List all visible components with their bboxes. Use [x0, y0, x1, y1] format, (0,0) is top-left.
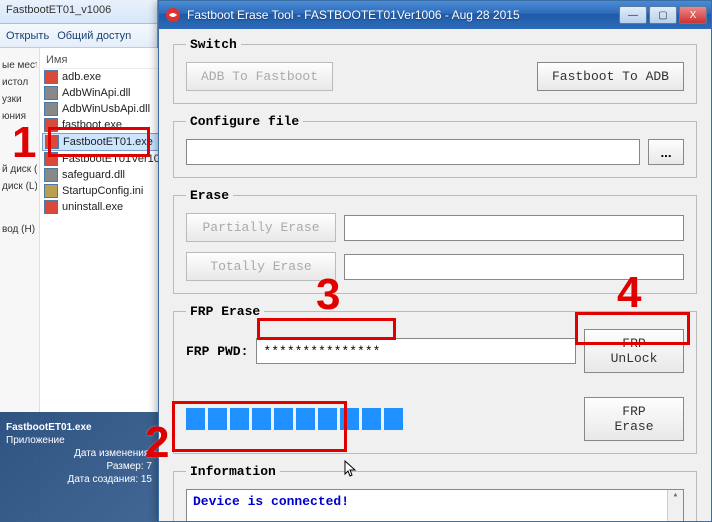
erase-legend: Erase [186, 188, 233, 203]
frp-unlock-button[interactable]: FRP UnLock [584, 329, 684, 373]
frp-pwd-input[interactable] [256, 338, 576, 364]
detail-type: Приложение [6, 435, 152, 446]
explorer-window: FastbootET01_v1006 Открыть Общий достуn … [0, 0, 158, 522]
exe-icon [44, 200, 58, 214]
frp-erase-group: FRP Erase FRP PWD: FRP UnLock FRP Erase [173, 304, 697, 454]
dll-icon [44, 86, 58, 100]
file-row[interactable]: fastboot.exe [42, 117, 174, 133]
scrollbar[interactable]: ▴▾ [667, 490, 683, 521]
nav-item[interactable]: й диск (C) [2, 164, 37, 175]
detail-modified: Дата изменения: [6, 448, 152, 459]
totally-erase-button[interactable]: Totally Erase [186, 252, 336, 281]
switch-legend: Switch [186, 37, 241, 52]
file-row[interactable]: uninstall.exe [42, 199, 174, 215]
dll-icon [44, 168, 58, 182]
erase-group: Erase Partially Erase Totally Erase [173, 188, 697, 294]
exe-icon [44, 118, 58, 132]
maximize-button[interactable]: ▢ [649, 6, 677, 24]
app-icon [165, 7, 181, 23]
tool-titlebar[interactable]: Fastboot Erase Tool - FASTBOOTET01Ver100… [159, 1, 711, 29]
minimize-button[interactable]: — [619, 6, 647, 24]
file-row[interactable]: AdbWinUsbApi.dll [42, 101, 174, 117]
info-text: Device is connected! [193, 494, 349, 509]
file-row[interactable]: FastbootET01Ver1006 [42, 151, 174, 167]
switch-group: Switch ADB To Fastboot Fastboot To ADB [173, 37, 697, 104]
window-title: Fastboot Erase Tool - FASTBOOTET01Ver100… [187, 8, 619, 22]
frp-legend: FRP Erase [186, 304, 264, 319]
frp-pwd-label: FRP PWD: [186, 344, 248, 359]
configure-file-input[interactable] [186, 139, 640, 165]
configure-legend: Configure file [186, 114, 303, 129]
nav-item[interactable]: вод (H) [2, 224, 37, 235]
toolbar-open[interactable]: Открыть [6, 30, 49, 42]
info-textarea[interactable]: Device is connected! ▴▾ [186, 489, 684, 521]
explorer-toolbar: Открыть Общий достуn [0, 24, 157, 48]
files-header: Имя [42, 52, 174, 69]
nav-item[interactable]: диск (L) [2, 181, 37, 192]
ini-icon [44, 184, 58, 198]
exe-icon [45, 135, 59, 149]
totally-erase-input[interactable] [344, 254, 684, 280]
detail-size: Размер: 7 [6, 461, 152, 472]
info-legend: Information [186, 464, 280, 479]
file-row[interactable]: adb.exe [42, 69, 174, 85]
dll-icon [44, 102, 58, 116]
configure-group: Configure file ... [173, 114, 697, 178]
fastboot-tool-window: Fastboot Erase Tool - FASTBOOTET01Ver100… [158, 0, 712, 522]
file-row[interactable]: StartupConfig.ini [42, 183, 174, 199]
fastboot-to-adb-button[interactable]: Fastboot To ADB [537, 62, 684, 91]
explorer-titlebar: FastbootET01_v1006 [0, 0, 157, 24]
frp-progress [186, 408, 403, 430]
partially-erase-input[interactable] [344, 215, 684, 241]
nav-item[interactable]: юния [2, 111, 37, 122]
close-button[interactable]: X [679, 6, 707, 24]
file-row[interactable]: AdbWinApi.dll [42, 85, 174, 101]
detail-filename: FastbootET01.exe [6, 422, 152, 433]
nav-item[interactable]: узки [2, 94, 37, 105]
browse-button[interactable]: ... [648, 139, 684, 165]
frp-erase-button[interactable]: FRP Erase [584, 397, 684, 441]
exe-icon [44, 70, 58, 84]
partially-erase-button[interactable]: Partially Erase [186, 213, 336, 242]
information-group: Information Device is connected! ▴▾ [173, 464, 697, 521]
toolbar-share[interactable]: Общий достуn [57, 30, 131, 42]
detail-created: Дата создания: 15 [6, 474, 152, 485]
file-row[interactable]: safeguard.dll [42, 167, 174, 183]
exe-icon [44, 152, 58, 166]
nav-item[interactable]: истол [2, 77, 37, 88]
explorer-details-pane: FastbootET01.exe Приложение Дата изменен… [0, 412, 158, 522]
file-row-selected[interactable]: FastbootET01.exe [42, 133, 174, 151]
adb-to-fastboot-button[interactable]: ADB To Fastboot [186, 62, 333, 91]
nav-item[interactable]: ые места [2, 60, 37, 71]
